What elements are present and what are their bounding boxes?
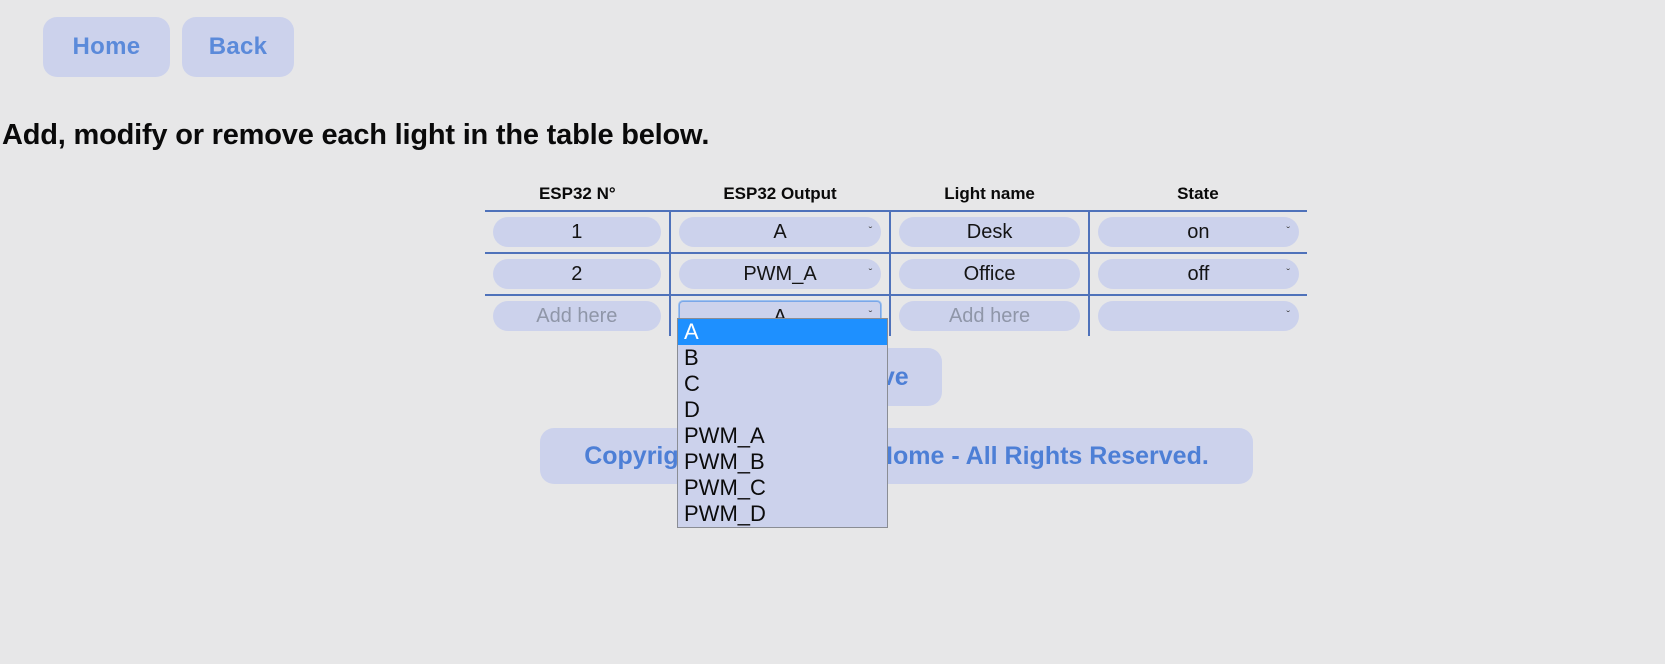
cell-esp32-number	[485, 253, 671, 296]
state-select-row1[interactable]: on	[1097, 217, 1299, 247]
cell-light-name	[889, 295, 1090, 336]
dropdown-option[interactable]: B	[678, 345, 887, 371]
dropdown-option[interactable]: PWM_C	[678, 475, 887, 501]
output-select-wrap-row1: A ˇ	[678, 217, 882, 247]
back-button[interactable]: Back	[182, 17, 294, 77]
dropdown-option[interactable]: C	[678, 371, 887, 397]
output-select-row2[interactable]: PWM_A	[678, 259, 882, 289]
column-header-esp32-number: ESP32 N°	[485, 178, 670, 212]
output-select-wrap-row2: PWM_A ˇ	[678, 259, 882, 289]
state-select-wrap-row2: off ˇ	[1097, 259, 1299, 289]
home-button[interactable]: Home	[43, 17, 170, 77]
page-instruction: Add, modify or remove each light in the …	[2, 119, 710, 151]
lights-table-container: ESP32 N° ESP32 Output Light name State A…	[482, 175, 1310, 339]
top-navigation: Home Back	[43, 17, 294, 77]
dropdown-option[interactable]: D	[678, 397, 887, 423]
light-name-input-row1[interactable]	[899, 217, 1080, 247]
cell-esp32-output: PWM_A ˇ	[668, 253, 892, 296]
cell-state: on ˇ	[1087, 211, 1307, 254]
state-select-wrap-row1: on ˇ	[1097, 217, 1299, 247]
cell-state: ˇ	[1087, 295, 1307, 336]
table-header-row: ESP32 N° ESP32 Output Light name State	[485, 178, 1307, 212]
lights-table: ESP32 N° ESP32 Output Light name State A…	[482, 175, 1310, 339]
table-row: A ˇ on ˇ	[485, 211, 1307, 254]
column-header-light-name: Light name	[890, 178, 1089, 212]
column-header-state: State	[1088, 178, 1307, 212]
state-select-wrap-new: ˇ	[1097, 301, 1299, 331]
dropdown-option[interactable]: PWM_A	[678, 423, 887, 449]
footer-copyright: Copyright © 2023 Smart Home - All Rights…	[540, 428, 1253, 484]
cell-state: off ˇ	[1087, 253, 1307, 296]
light-name-input-new[interactable]	[899, 301, 1080, 331]
table-row: A ˇ ˇ	[485, 295, 1307, 336]
esp32-number-input-row1[interactable]	[493, 217, 661, 247]
column-header-esp32-output: ESP32 Output	[669, 178, 891, 212]
light-name-input-row2[interactable]	[899, 259, 1080, 289]
table-row: PWM_A ˇ off ˇ	[485, 253, 1307, 296]
cell-esp32-number	[485, 295, 671, 336]
esp32-number-input-new[interactable]	[493, 301, 661, 331]
cell-esp32-number	[485, 211, 671, 254]
state-select-row2[interactable]: off	[1097, 259, 1299, 289]
esp32-number-input-row2[interactable]	[493, 259, 661, 289]
output-dropdown-options[interactable]: A B C D PWM_A PWM_B PWM_C PWM_D	[677, 318, 888, 528]
dropdown-option[interactable]: A	[678, 319, 887, 345]
dropdown-option[interactable]: PWM_B	[678, 449, 887, 475]
output-select-row1[interactable]: A	[678, 217, 882, 247]
dropdown-option[interactable]: PWM_D	[678, 501, 887, 527]
state-select-new[interactable]	[1097, 301, 1299, 331]
cell-light-name	[889, 253, 1090, 296]
cell-esp32-output: A ˇ	[668, 211, 892, 254]
cell-light-name	[889, 211, 1090, 254]
